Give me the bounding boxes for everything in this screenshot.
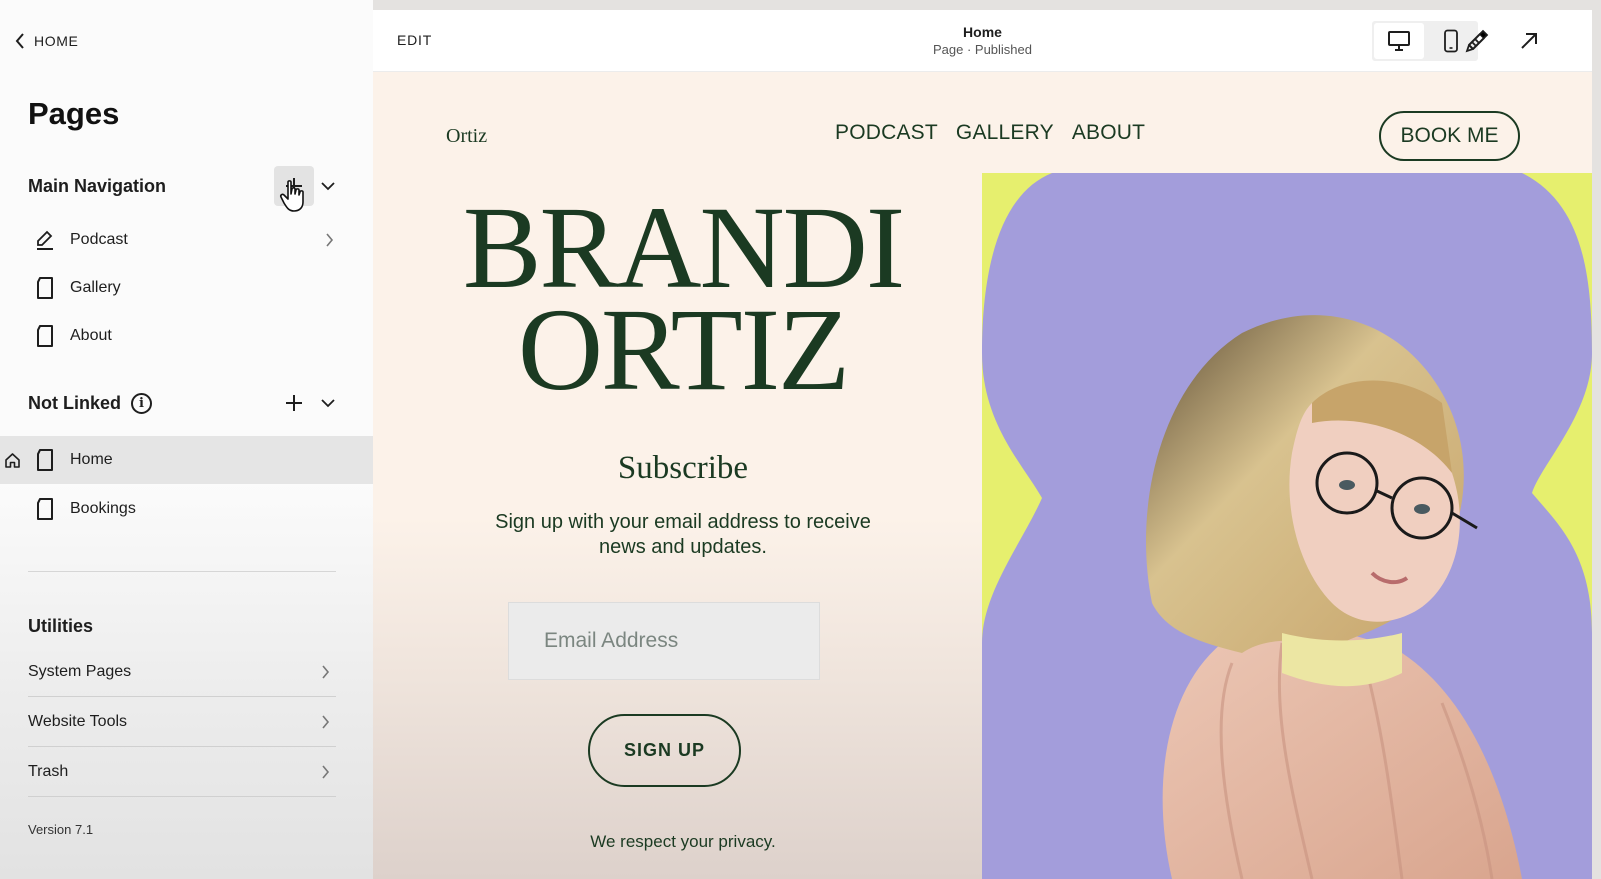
info-icon[interactable]: i bbox=[131, 392, 152, 414]
chevron-right-icon bbox=[326, 233, 334, 247]
not-linked-label: Not Linked bbox=[28, 392, 121, 413]
chevron-down-icon bbox=[321, 182, 335, 191]
nav-page-about[interactable]: About bbox=[0, 312, 373, 360]
book-me-button[interactable]: BOOK ME bbox=[1379, 111, 1520, 161]
desktop-icon bbox=[1388, 31, 1410, 51]
homepage-icon bbox=[5, 452, 20, 468]
page-label: Podcast bbox=[70, 231, 128, 248]
chevron-down-icon bbox=[321, 399, 335, 408]
plus-icon bbox=[286, 395, 302, 411]
subscribe-description: Sign up with your email address to recei… bbox=[495, 511, 871, 558]
page-bookings[interactable]: Bookings bbox=[0, 485, 373, 533]
back-to-home-link[interactable]: HOME bbox=[14, 30, 78, 52]
hero-heading: BRANDI ORTIZ bbox=[433, 189, 933, 415]
subscribe-title: Subscribe bbox=[617, 450, 749, 486]
page-label: Home bbox=[70, 451, 113, 468]
section-divider bbox=[28, 571, 336, 572]
mobile-icon bbox=[1444, 29, 1458, 53]
hero-portrait-image bbox=[982, 173, 1592, 879]
editor-frame: EDIT Home Page · Published Ortiz PODCAST… bbox=[373, 10, 1592, 879]
page-icon bbox=[37, 498, 53, 520]
portrait-illustration bbox=[982, 173, 1592, 879]
site-logo[interactable]: Ortiz bbox=[446, 125, 487, 148]
version-label: Version 7.1 bbox=[28, 822, 94, 837]
chevron-right-icon bbox=[322, 664, 330, 679]
panel-title: Pages bbox=[28, 96, 120, 131]
hand-cursor-icon bbox=[279, 180, 304, 212]
site-navigation: PODCAST GALLERY ABOUT bbox=[835, 121, 1145, 145]
not-linked-header: Not Linked i bbox=[28, 383, 348, 423]
open-site-button[interactable] bbox=[1515, 27, 1543, 55]
privacy-note: We respect your privacy. bbox=[590, 832, 776, 851]
site-nav-gallery[interactable]: GALLERY bbox=[956, 121, 1054, 145]
collapse-not-linked-button[interactable] bbox=[318, 383, 338, 423]
nav-page-gallery[interactable]: Gallery bbox=[0, 264, 373, 312]
desktop-view-button[interactable] bbox=[1374, 23, 1424, 59]
utility-system-pages[interactable]: System Pages bbox=[28, 647, 336, 697]
site-preview: Ortiz PODCAST GALLERY ABOUT BOOK ME BRAN… bbox=[373, 72, 1592, 879]
hero-heading-line2: ORTIZ bbox=[517, 284, 850, 415]
arrow-up-right-icon bbox=[1521, 33, 1537, 49]
utility-label: Trash bbox=[28, 762, 69, 780]
site-nav-podcast[interactable]: PODCAST bbox=[835, 121, 938, 145]
email-field[interactable] bbox=[508, 602, 820, 680]
back-link-label: HOME bbox=[34, 33, 79, 49]
main-navigation-label: Main Navigation bbox=[28, 175, 167, 196]
utility-label: Website Tools bbox=[28, 712, 128, 730]
page-home[interactable]: Home bbox=[0, 436, 373, 484]
utility-trash[interactable]: Trash bbox=[28, 747, 336, 797]
nav-page-podcast[interactable]: Podcast bbox=[0, 216, 373, 264]
utilities-label: Utilities bbox=[28, 616, 94, 636]
chevron-left-icon bbox=[15, 33, 24, 49]
page-icon bbox=[37, 449, 53, 471]
collapse-main-navigation-button[interactable] bbox=[318, 166, 338, 206]
site-nav-about[interactable]: ABOUT bbox=[1072, 121, 1145, 145]
paintbrush-icon bbox=[1465, 29, 1489, 53]
page-label: Bookings bbox=[70, 500, 136, 517]
page-icon bbox=[37, 325, 53, 347]
chevron-right-icon bbox=[322, 714, 330, 729]
utility-label: System Pages bbox=[28, 662, 132, 680]
page-label: About bbox=[70, 327, 112, 344]
editor-toolbar: EDIT Home Page · Published bbox=[373, 10, 1592, 72]
blog-edit-icon bbox=[37, 230, 53, 250]
add-page-not-linked-button[interactable] bbox=[274, 383, 314, 423]
pages-panel: HOME Pages Main Navigation Podcast Galle… bbox=[0, 0, 373, 879]
chevron-right-icon bbox=[322, 764, 330, 779]
sign-up-button[interactable]: SIGN UP bbox=[588, 714, 741, 787]
page-label: Gallery bbox=[70, 279, 121, 296]
site-styles-button[interactable] bbox=[1463, 27, 1491, 55]
page-icon bbox=[37, 277, 53, 299]
utility-website-tools[interactable]: Website Tools bbox=[28, 697, 336, 747]
